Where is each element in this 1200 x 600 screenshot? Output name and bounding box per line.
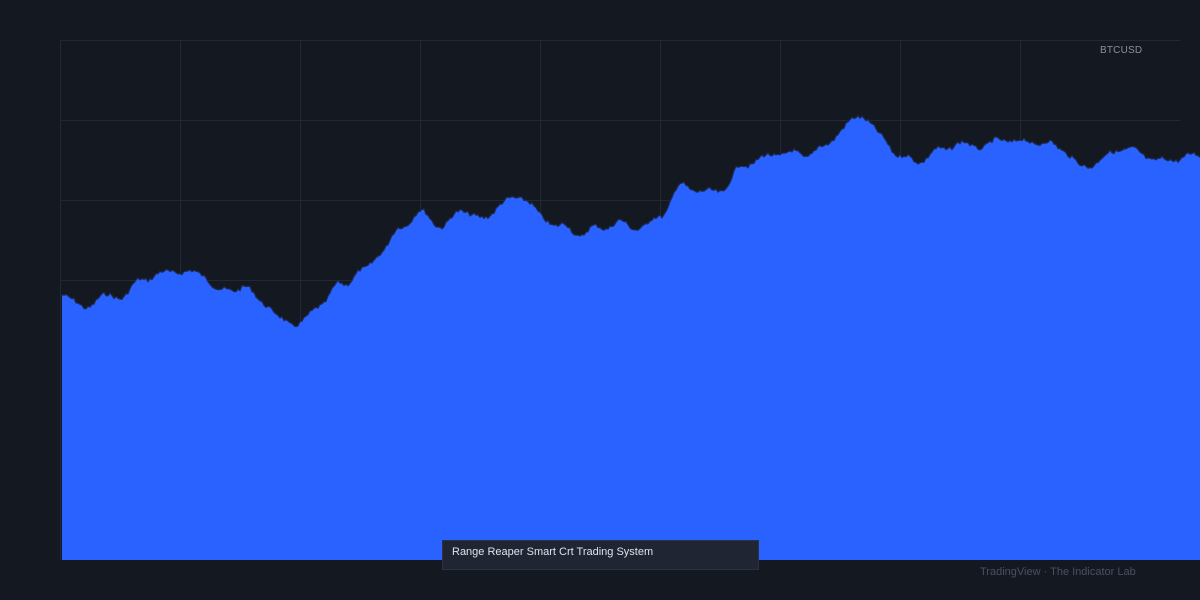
indicator-caption-text: Range Reaper Smart Crt Trading System	[452, 546, 654, 558]
btcusd-area-series	[62, 115, 1200, 561]
symbol-label: BTCUSD	[1100, 45, 1143, 56]
watermark: TradingView · The Indicator Lab	[980, 566, 1136, 578]
price-chart	[60, 40, 1200, 561]
indicator-caption: Range Reaper Smart Crt Trading System	[442, 540, 759, 570]
